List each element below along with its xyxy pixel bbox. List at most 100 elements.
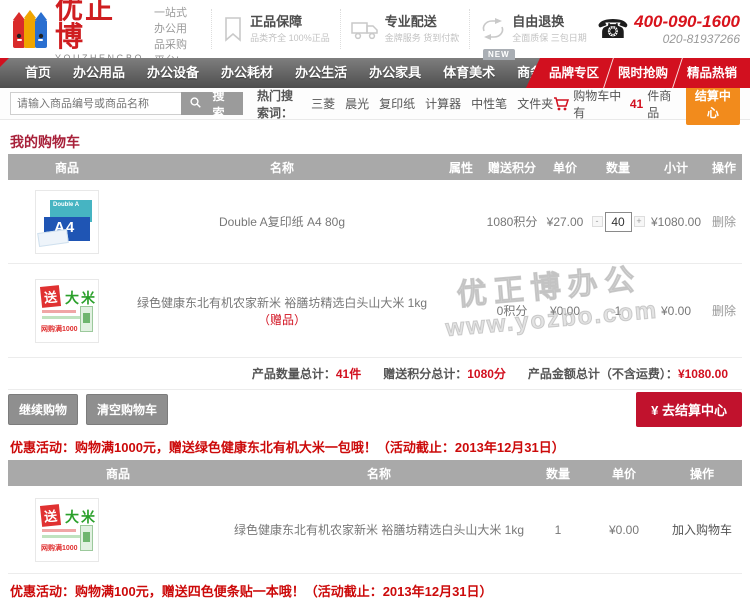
new-badge: NEW [483, 49, 515, 60]
col-header-product: 商品 [8, 159, 126, 176]
rice-label: 大米 [65, 288, 97, 308]
hot-word-copy-paper[interactable]: 复印纸 [379, 95, 415, 112]
bookmark-icon [222, 16, 244, 42]
exchange-icon [480, 17, 506, 41]
qty-decrease-button[interactable]: - [592, 216, 603, 227]
nav-item-brand-zone[interactable]: 品牌专区 [540, 58, 608, 88]
clear-cart-button[interactable]: 清空购物车 [86, 394, 168, 425]
cart-count: 41 [630, 97, 643, 111]
col-header-name: 名称 [126, 159, 438, 176]
rice-send-label: 送 [40, 285, 61, 308]
feature-sub: 金牌服务 货到付款 [385, 31, 460, 44]
rice-send-label: 送 [40, 504, 61, 527]
logo[interactable]: 优正博 YOUZHENGBO [10, 0, 144, 63]
quantity-stepper: - + [590, 212, 646, 232]
col-header-subtotal: 小计 [646, 159, 706, 176]
paper-ream [37, 228, 69, 246]
search-input[interactable] [10, 92, 181, 115]
cart-table: 商品 名称 属性 赠送积分 单价 数量 小计 操作 Double A A4 Do… [8, 154, 742, 358]
rice-deco-line [42, 535, 82, 538]
col-header-points: 赠送积分 [484, 159, 540, 176]
product-subtotal: ¥0.00 [646, 304, 706, 318]
total-amount: 产品金额总计（不含运费）：¥1080.00 [528, 365, 728, 382]
feature-authentic: 正品保障 品类齐全 100%正品 [211, 9, 340, 49]
checkout-center-button[interactable]: 结算中心 [686, 83, 740, 125]
cart-icon [553, 97, 569, 111]
phone-icon: ☎ [597, 16, 629, 42]
qty-increase-button[interactable]: + [634, 216, 645, 227]
nav-item-home[interactable]: 首页 [14, 58, 62, 88]
hot-word-folder[interactable]: 文件夹 [517, 95, 553, 112]
qty-input[interactable] [605, 212, 632, 232]
feature-title: 正品保障 [250, 14, 330, 30]
brand-name: 优正博 [55, 0, 144, 51]
hotline-number-alt: 020-81937266 [634, 32, 740, 46]
delete-link[interactable]: 删除 [712, 215, 736, 229]
hot-keywords-label: 热门搜索词： [257, 87, 301, 121]
hot-word-chenguang[interactable]: 晨光 [345, 95, 369, 112]
search-button[interactable]: 搜 索 [181, 92, 243, 115]
col-header-qty: 数量 [530, 465, 586, 482]
truck-icon [351, 17, 379, 41]
add-to-cart-link[interactable]: 加入购物车 [672, 523, 732, 537]
rice-deco-line [42, 310, 76, 313]
feature-title: 专业配送 [385, 14, 460, 30]
product-name: Double A复印纸 A4 80g [126, 213, 438, 230]
product-qty: 1 [590, 304, 646, 318]
cart-row-paper: Double A A4 Double A复印纸 A4 80g 1080积分 ¥2… [8, 180, 742, 264]
nav-item-furniture[interactable]: 办公家具 [358, 58, 432, 88]
feature-title: 自由退换 [512, 14, 587, 30]
feature-sub: 全面质保 三包日期 [512, 31, 587, 44]
product-price: ¥0.00 [540, 304, 590, 318]
feature-returns: 自由退换 全面质保 三包日期 [469, 9, 597, 49]
product-name: 绿色健康东北有机农家新米 裕膳坊精选白头山大米 1kg [228, 521, 530, 538]
cart-summary: 购物车中有 41 件商品 结算中心 [553, 83, 740, 125]
nav-item-sports-art[interactable]: 体育美术 [432, 58, 506, 88]
nav-corner-decoration [0, 58, 9, 67]
cart-summary-prefix: 购物车中有 [573, 87, 626, 121]
col-header-action: 操作 [706, 159, 742, 176]
col-header-price: 单价 [586, 465, 662, 482]
hot-word-calculator[interactable]: 计算器 [425, 95, 461, 112]
product-subtotal: ¥1080.00 [646, 215, 706, 229]
service-features: 正品保障 品类齐全 100%正品 专业配送 金牌服务 货到付款 自由退换 全面质… [211, 9, 597, 49]
nav-item-office-equipment[interactable]: 办公设备 [136, 58, 210, 88]
hot-word-gel-pen[interactable]: 中性笔 [471, 95, 507, 112]
product-image-rice[interactable]: 送 大米 网购满1000 [35, 279, 99, 343]
product-price: ¥0.00 [586, 523, 662, 537]
product-image-rice[interactable]: 送 大米 网购满1000 [35, 498, 99, 562]
rice-promo-label: 网购满1000 [41, 543, 78, 553]
col-header-price: 单价 [540, 159, 590, 176]
col-header-qty: 数量 [590, 159, 646, 176]
continue-shopping-button[interactable]: 继续购物 [8, 394, 78, 425]
hot-word-mitsubishi[interactable]: 三菱 [311, 95, 335, 112]
nav-item-flash-sale[interactable]: 限时抢购 [609, 58, 677, 88]
main-nav: NEW 首页 办公用品 办公设备 办公耗材 办公生活 办公家具 体育美术 商务礼… [0, 58, 750, 88]
rice-promo-label: 网购满1000 [41, 324, 78, 334]
rice-deco-line [42, 316, 82, 319]
promo-banner-1000: 优惠活动：购物满1000元，赠送绿色健康东北有机大米一包哦！（活动截止：2013… [0, 428, 750, 460]
go-checkout-button[interactable]: ¥ 去结算中心 [636, 392, 742, 427]
delete-link[interactable]: 删除 [712, 304, 736, 318]
rice-bag [80, 306, 93, 332]
nav-item-consumables[interactable]: 办公耗材 [210, 58, 284, 88]
cart-table-header: 商品 名称 属性 赠送积分 单价 数量 小计 操作 [8, 154, 742, 180]
product-points: 1080积分 [484, 213, 540, 230]
rice-label: 大米 [65, 507, 97, 527]
product-points: 0积分 [484, 302, 540, 319]
nav-item-office-supplies[interactable]: 办公用品 [62, 58, 136, 88]
promo-banner-100: 优惠活动：购物满100元，赠送四色便条贴一本哦！（活动截止：2013年12月31… [0, 574, 750, 600]
feature-delivery: 专业配送 金牌服务 货到付款 [340, 9, 470, 49]
col-header-name: 名称 [228, 465, 530, 482]
product-image-paper[interactable]: Double A A4 [35, 190, 99, 254]
col-header-product: 商品 [8, 465, 228, 482]
gift-tag: （赠品） [258, 313, 306, 327]
rice-bag [80, 525, 93, 551]
page-title: 我的购物车 [0, 120, 750, 154]
nav-item-hot-picks[interactable]: 精品热销 [678, 58, 746, 88]
nav-item-office-life[interactable]: 办公生活 [284, 58, 358, 88]
gift-row-rice: 送 大米 网购满1000 绿色健康东北有机农家新米 裕膳坊精选白头山大米 1kg… [8, 486, 742, 574]
col-header-attr: 属性 [438, 159, 484, 176]
search-icon [190, 97, 201, 111]
site-header: 优正博 YOUZHENGBO 一站式办公用品采购平台! 正品保障 品类齐全 10… [0, 0, 750, 58]
